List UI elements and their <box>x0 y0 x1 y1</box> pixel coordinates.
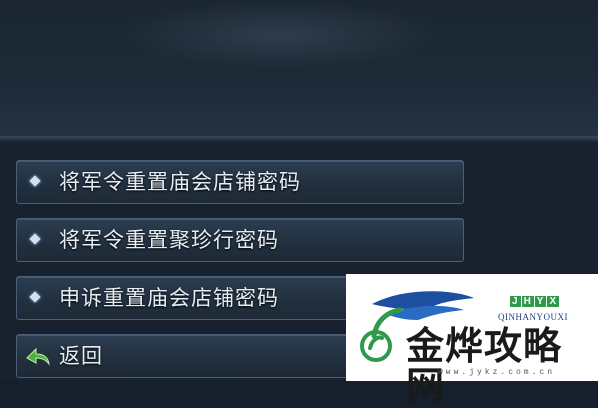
brand-letter: Y <box>534 296 547 307</box>
brand-letter: H <box>521 296 534 307</box>
watermark-title: 金烨攻略网 <box>406 324 563 408</box>
menu-item-general-reset-fair-shop-password[interactable]: 将军令重置庙会店铺密码 <box>16 160 464 204</box>
diamond-bullet-icon <box>29 233 41 245</box>
brand-letter: X <box>547 296 560 307</box>
diamond-bullet-icon <box>29 291 41 303</box>
menu-item-label: 将军令重置聚珍行密码 <box>59 228 279 252</box>
top-panel-blur <box>120 0 440 70</box>
back-arrow-icon <box>26 347 50 366</box>
watermark: JHYX QINHANYOUXI 金烨攻略网 www.jykz.com.cn <box>346 274 598 406</box>
menu-item-label: 申诉重置庙会店铺密码 <box>59 286 279 310</box>
brand-name: QINHANYOUXI <box>498 312 568 322</box>
watermark-url: www.jykz.com.cn <box>438 368 556 377</box>
menu-item-general-reset-treasure-shop-password[interactable]: 将军令重置聚珍行密码 <box>16 218 464 262</box>
diamond-bullet-icon <box>29 175 41 187</box>
back-button-label: 返回 <box>59 344 103 368</box>
menu-item-label: 将军令重置庙会店铺密码 <box>59 170 301 194</box>
brand-letter: J <box>510 296 521 307</box>
top-panel <box>0 0 598 136</box>
brand-badge: JHYX <box>510 296 560 307</box>
